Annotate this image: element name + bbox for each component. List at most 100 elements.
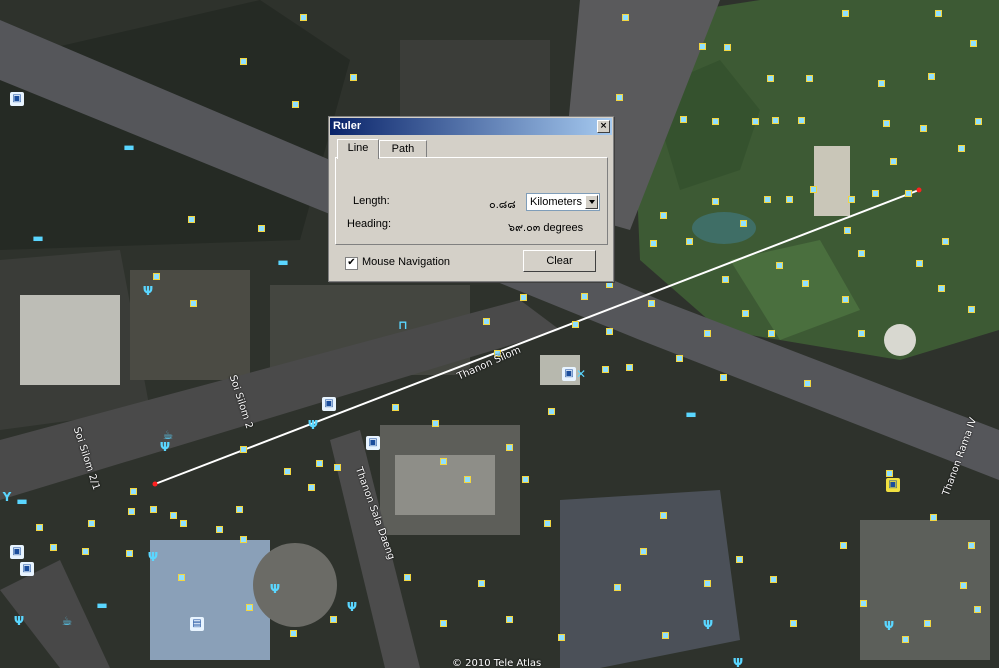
placemark-marker[interactable]	[300, 14, 307, 21]
placemark-marker[interactable]	[858, 250, 865, 257]
placemark-marker[interactable]	[350, 74, 357, 81]
placemark-marker[interactable]	[520, 294, 527, 301]
placemark-marker[interactable]	[860, 600, 867, 607]
placemark-marker[interactable]	[606, 281, 613, 288]
placemark-marker[interactable]	[558, 634, 565, 641]
placemark-marker[interactable]	[334, 464, 341, 471]
placemark-marker[interactable]	[930, 514, 937, 521]
placemark-marker[interactable]	[240, 536, 247, 543]
placemark-marker[interactable]	[905, 190, 912, 197]
placemark-marker[interactable]	[770, 576, 777, 583]
restaurant-icon[interactable]: Ψ	[701, 618, 715, 632]
placemark-marker[interactable]	[548, 408, 555, 415]
placemark-marker[interactable]	[704, 580, 711, 587]
restaurant-icon[interactable]: Ψ	[146, 550, 160, 564]
placemark-marker[interactable]	[858, 330, 865, 337]
placemark-marker[interactable]	[878, 80, 885, 87]
bar-icon[interactable]: Y	[0, 490, 14, 504]
placemark-marker[interactable]	[916, 260, 923, 267]
target-icon[interactable]: ▣	[886, 478, 900, 492]
restaurant-icon[interactable]: Ψ	[141, 284, 155, 298]
placemark-marker[interactable]	[622, 14, 629, 21]
placemark-marker[interactable]	[676, 355, 683, 362]
restaurant-icon[interactable]: Ψ	[306, 418, 320, 432]
placemark-marker[interactable]	[872, 190, 879, 197]
placemark-marker[interactable]	[886, 470, 893, 477]
placemark-marker[interactable]	[614, 584, 621, 591]
clear-button[interactable]: Clear	[523, 250, 596, 272]
hotel-icon[interactable]: ▬	[684, 407, 698, 421]
placemark-marker[interactable]	[842, 10, 849, 17]
placemark-marker[interactable]	[699, 43, 706, 50]
placemark-marker[interactable]	[392, 404, 399, 411]
placemark-marker[interactable]	[316, 460, 323, 467]
placemark-marker[interactable]	[902, 636, 909, 643]
placemark-marker[interactable]	[284, 468, 291, 475]
close-icon[interactable]: ✕	[574, 367, 588, 381]
placemark-marker[interactable]	[572, 321, 579, 328]
placemark-marker[interactable]	[602, 366, 609, 373]
placemark-marker[interactable]	[767, 75, 774, 82]
placemark-marker[interactable]	[130, 488, 137, 495]
placemark-marker[interactable]	[36, 524, 43, 531]
placemark-marker[interactable]	[790, 620, 797, 627]
placemark-marker[interactable]	[308, 484, 315, 491]
placemark-marker[interactable]	[290, 630, 297, 637]
placemark-marker[interactable]	[180, 520, 187, 527]
placemark-marker[interactable]	[170, 512, 177, 519]
chevron-down-icon[interactable]	[585, 195, 598, 209]
placemark-marker[interactable]	[432, 420, 439, 427]
placemark-marker[interactable]	[742, 310, 749, 317]
placemark-marker[interactable]	[958, 145, 965, 152]
close-icon[interactable]: ×	[597, 120, 610, 133]
placemark-marker[interactable]	[178, 574, 185, 581]
placemark-marker[interactable]	[404, 574, 411, 581]
placemark-marker[interactable]	[82, 548, 89, 555]
placemark-marker[interactable]	[522, 476, 529, 483]
placemark-marker[interactable]	[802, 280, 809, 287]
placemark-marker[interactable]	[126, 550, 133, 557]
placemark-marker[interactable]	[544, 520, 551, 527]
restaurant-icon[interactable]: Ψ	[268, 582, 282, 596]
placemark-marker[interactable]	[942, 238, 949, 245]
placemark-marker[interactable]	[890, 158, 897, 165]
placemark-marker[interactable]	[968, 542, 975, 549]
placemark-marker[interactable]	[660, 212, 667, 219]
placemark-marker[interactable]	[506, 444, 513, 451]
placemark-marker[interactable]	[804, 380, 811, 387]
placemark-marker[interactable]	[506, 616, 513, 623]
unit-select[interactable]: Kilometers	[526, 193, 600, 211]
placemark-marker[interactable]	[616, 94, 623, 101]
placemark-marker[interactable]	[970, 40, 977, 47]
placemark-marker[interactable]	[190, 300, 197, 307]
transit-icon[interactable]: ▣	[20, 562, 34, 576]
placemark-marker[interactable]	[722, 276, 729, 283]
satellite-map-view[interactable]: ▣ ▬ ▬ ▬ Ψ ⊓ ▣ ☕ Ψ Ψ ▣ ▣ ✕ ▬ Y ▬ ▣ ▣ Ψ Ψ …	[0, 0, 999, 670]
placemark-marker[interactable]	[712, 118, 719, 125]
placemark-marker[interactable]	[440, 620, 447, 627]
placemark-marker[interactable]	[768, 330, 775, 337]
placemark-marker[interactable]	[606, 328, 613, 335]
hotel-icon[interactable]: ▬	[15, 494, 29, 508]
placemark-marker[interactable]	[786, 196, 793, 203]
tab-line[interactable]: Line	[337, 139, 379, 159]
placemark-marker[interactable]	[680, 116, 687, 123]
placemark-marker[interactable]	[764, 196, 771, 203]
placemark-marker[interactable]	[920, 125, 927, 132]
placemark-marker[interactable]	[88, 520, 95, 527]
lock-icon[interactable]: ⊓	[396, 318, 410, 332]
placemark-marker[interactable]	[464, 476, 471, 483]
placemark-marker[interactable]	[258, 225, 265, 232]
transit-icon[interactable]: ▣	[322, 397, 336, 411]
placemark-marker[interactable]	[712, 198, 719, 205]
placemark-marker[interactable]	[848, 196, 855, 203]
restaurant-icon[interactable]: Ψ	[12, 614, 26, 628]
placemark-marker[interactable]	[292, 101, 299, 108]
ruler-dialog[interactable]: Ruler × Line Path Length: ๐.๘๘ Kilometer…	[328, 116, 614, 282]
cafe-icon[interactable]: ☕	[60, 614, 74, 628]
mouse-navigation-checkbox[interactable]: ✔	[345, 257, 358, 270]
placemark-marker[interactable]	[153, 273, 160, 280]
placemark-marker[interactable]	[640, 548, 647, 555]
restaurant-icon[interactable]: Ψ	[345, 600, 359, 614]
transit-icon[interactable]: ▣	[10, 545, 24, 559]
